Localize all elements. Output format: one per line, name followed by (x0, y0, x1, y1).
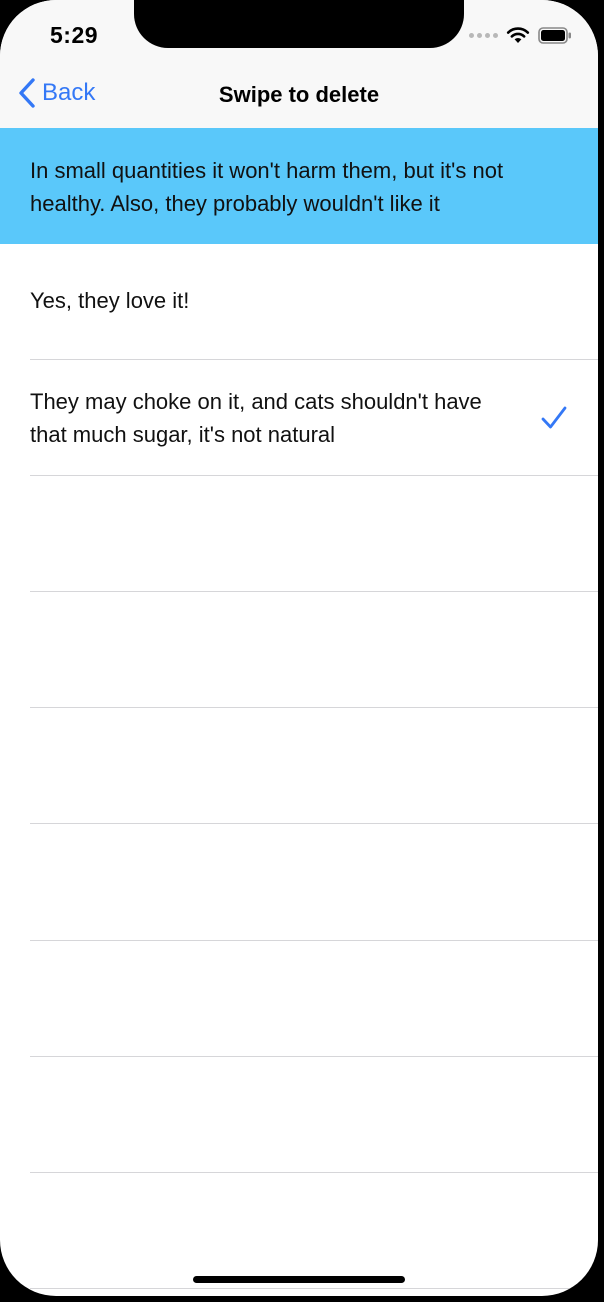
device-notch (134, 0, 464, 48)
row-separator (30, 1288, 598, 1289)
empty-list-row (0, 1173, 598, 1289)
list-item-text: Yes, they love it! (30, 288, 190, 313)
list-item-checked[interactable]: They may choke on it, and cats shouldn't… (0, 360, 598, 476)
page-title: Swipe to delete (218, 82, 380, 107)
empty-list-row (0, 592, 598, 708)
signal-dots-icon (469, 32, 498, 38)
empty-list-row (0, 1057, 598, 1173)
empty-list-row (0, 708, 598, 824)
checkmark-icon (541, 406, 567, 429)
device-screen: 5:29 Back Swipe to delete In small quant… (0, 0, 598, 1296)
list-item[interactable]: Yes, they love it! (0, 244, 598, 360)
list-item-text: They may choke on it, and cats shouldn't… (30, 389, 482, 447)
wifi-icon (506, 27, 530, 43)
battery-icon (538, 26, 571, 44)
list-item-highlighted[interactable]: In small quantities it won't harm them, … (0, 128, 598, 244)
status-icons (469, 26, 572, 44)
list-item-text: In small quantities it won't harm them, … (30, 158, 504, 216)
empty-list-row (0, 941, 598, 1057)
empty-list-row (0, 824, 598, 940)
navigation-bar: Back Swipe to delete (0, 62, 598, 128)
home-indicator[interactable] (193, 1276, 405, 1283)
status-time: 5:29 (50, 22, 99, 48)
empty-list-row (0, 476, 598, 592)
